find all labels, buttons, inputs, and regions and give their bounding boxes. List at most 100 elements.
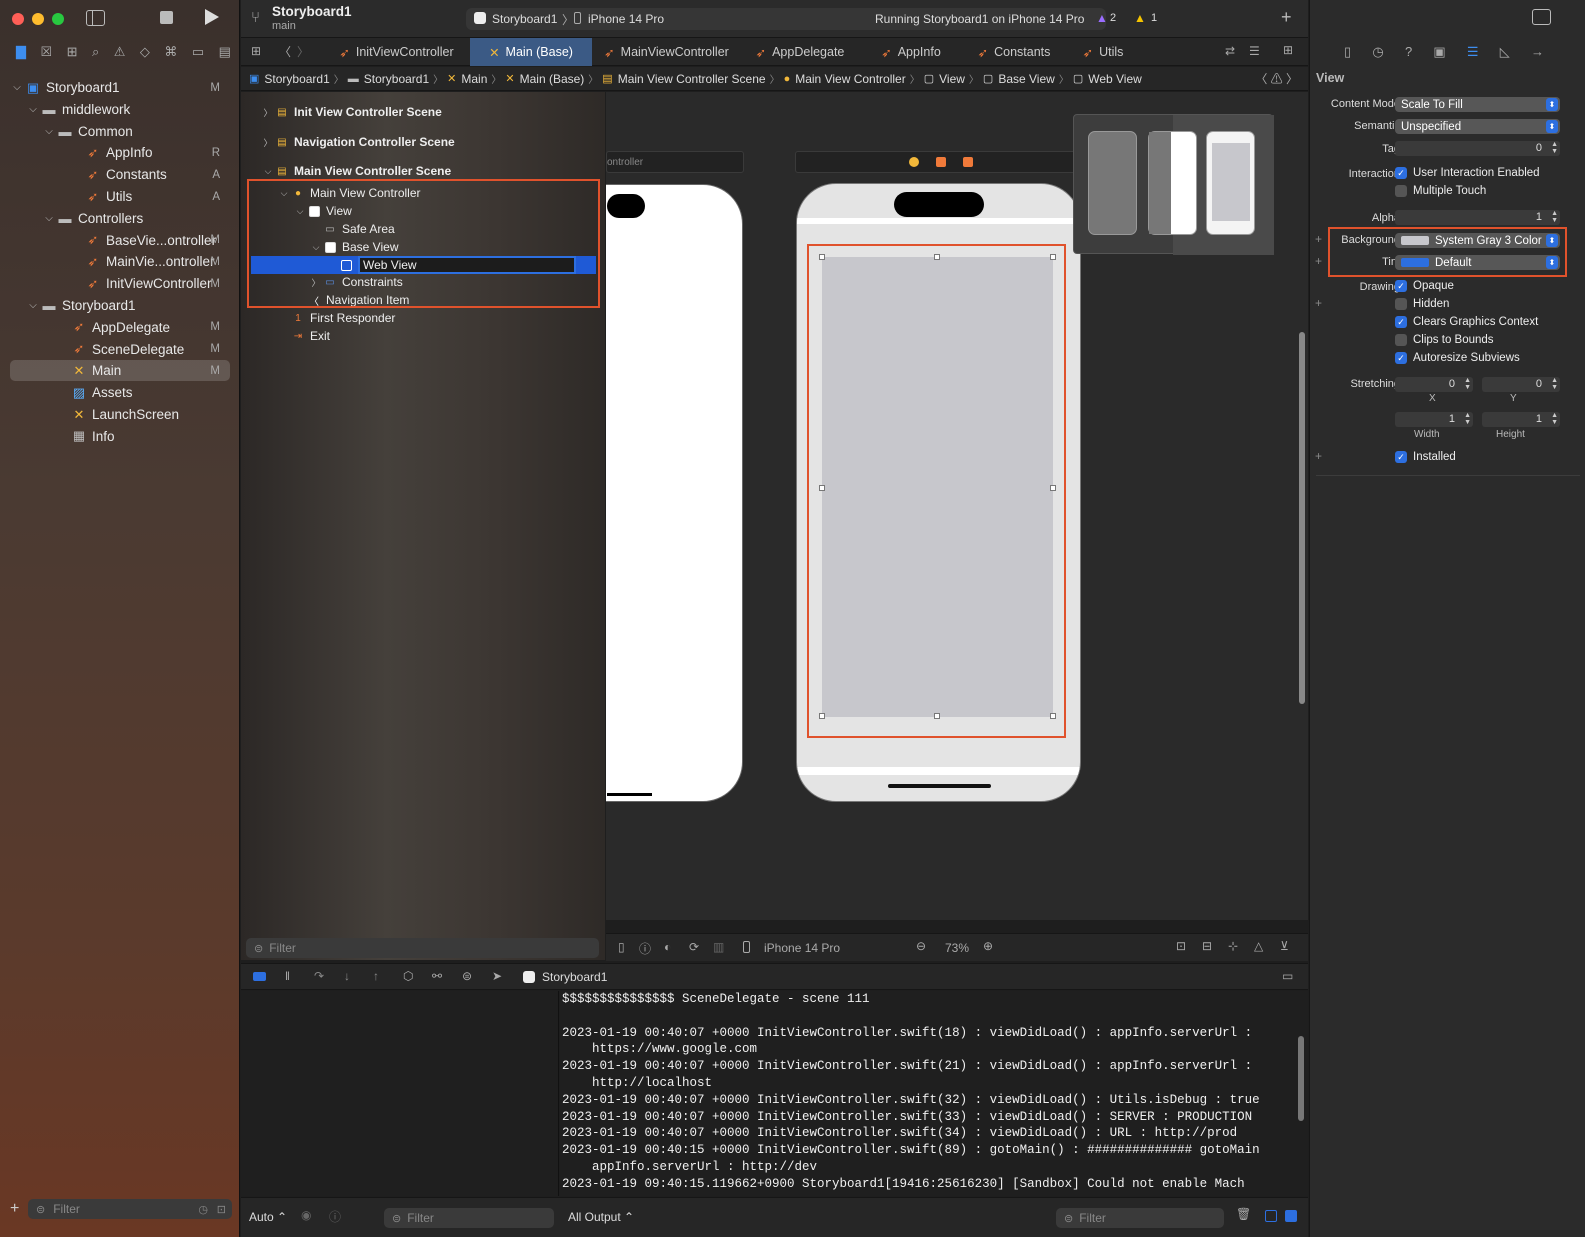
resolve-icon[interactable]: △ [1254, 939, 1263, 953]
output-popup[interactable]: All Output ⌃ [568, 1210, 634, 1224]
size-icon[interactable]: ◺ [1500, 44, 1510, 60]
split-icon[interactable]: ▥ [713, 940, 724, 954]
navigator-item-common[interactable]: ⌵ ▬ Common [10, 121, 230, 142]
pin-icon[interactable]: ⊹ [1228, 939, 1238, 953]
stretch-height-field[interactable]: 1 ▲ ▼ [1482, 412, 1560, 427]
navigator-item-storyboard1[interactable]: ⌵ ▬ Storyboard1 [10, 295, 230, 316]
scheme-selector[interactable]: Storyboard1 [492, 12, 557, 26]
console-output[interactable]: $$$$$$$$$$$$$$$ SceneDelegate - scene 11… [560, 991, 1295, 1196]
view-controller-icon[interactable] [909, 157, 919, 167]
breakpoint-icon[interactable]: ▭ [192, 44, 204, 62]
library-add-icon[interactable]: + [1281, 7, 1292, 28]
navigator-item-middlework[interactable]: ⌵ ▬ middlework [10, 99, 230, 120]
navigator-item-main[interactable]: ✕ Main M [10, 360, 230, 382]
vertical-scrollbar[interactable] [1299, 332, 1305, 704]
autoresize-checkbox[interactable]: ✓ Autoresize Subviews [1395, 352, 1520, 364]
minimize-window-button[interactable] [32, 13, 44, 25]
tab-mainviewcontroller[interactable]: ➶ MainViewController [594, 38, 739, 66]
toggle-debug-icon[interactable] [253, 972, 266, 981]
tab-appinfo[interactable]: ➶ AppInfo [861, 38, 961, 66]
view-hierarchy-icon[interactable]: ⬡ [403, 969, 413, 983]
disclosure-chevron-icon[interactable]: ⌵ [26, 300, 40, 311]
step-out-icon[interactable]: ↑ [373, 969, 379, 983]
disclosure-chevron-icon[interactable]: ⌵ [42, 213, 56, 224]
identity-icon[interactable]: ▣ [1433, 44, 1445, 60]
outline-item-exit[interactable]: ⇥ Exit [251, 327, 330, 345]
build-warning-icon[interactable]: ▲ [1134, 11, 1146, 25]
scm-filter-icon[interactable]: ⊡ [217, 1203, 226, 1216]
navigator-item-appdelegate[interactable]: ➶ AppDelegate M [10, 317, 230, 338]
add-variation-icon[interactable]: + [1315, 449, 1322, 463]
add-editor-icon[interactable]: ⊞ [1283, 43, 1293, 57]
environment-icon[interactable]: ⊜ [462, 969, 472, 983]
navigator-item-storyboard1[interactable]: ⌵ ▣ Storyboard1 M [10, 77, 230, 98]
process-selector[interactable]: Storyboard1 [542, 970, 607, 984]
destination-selector[interactable]: iPhone 14 Pro [588, 12, 664, 26]
stepper-icon[interactable]: ▲ ▼ [1551, 210, 1558, 224]
exit-icon[interactable] [963, 157, 973, 167]
console-filter[interactable]: ⊜ Filter [1056, 1208, 1224, 1228]
stepper-icon[interactable]: ▲ ▼ [1551, 141, 1558, 155]
help-icon[interactable]: ? [1405, 44, 1412, 60]
navigator-item-controllers[interactable]: ⌵ ▬ Controllers [10, 208, 230, 229]
left-scene-title-bar[interactable]: ontroller [606, 151, 744, 173]
info-icon[interactable]: ⓘ [329, 1208, 341, 1225]
update-frames-icon[interactable]: ⊡ [1176, 939, 1186, 953]
add-icon[interactable]: + [10, 1200, 19, 1218]
content-mode-popup[interactable]: Scale To Fill ⬍ [1395, 97, 1560, 112]
outline-item-navigation-controller-scene[interactable]: 〉 ▤ Navigation Controller Scene [251, 133, 454, 151]
appearance-icon[interactable]: ◐ [664, 940, 671, 954]
breadcrumb-item[interactable]: ▢ Base View [983, 72, 1055, 86]
breadcrumb-item[interactable]: ✕ Main (Base) [505, 72, 584, 86]
disclosure-chevron-icon[interactable]: ⌵ [261, 166, 275, 177]
outline-item-init-view-controller-scene[interactable]: 〉 ▤ Init View Controller Scene [251, 103, 441, 121]
editor-options-icon[interactable]: ☰ [1249, 44, 1260, 58]
tab-main-base-[interactable]: ✕ Main (Base) [470, 38, 592, 66]
eye-icon[interactable]: ◉ [301, 1208, 311, 1222]
navigator-item-appinfo[interactable]: ➶ AppInfo R [10, 142, 230, 163]
breadcrumb-item[interactable]: ▤ Main View Controller Scene [602, 72, 765, 86]
step-into-icon[interactable]: ↓ [344, 969, 350, 983]
disclosure-chevron-icon[interactable]: 〉 [261, 106, 275, 119]
breadcrumb-item[interactable]: ▢ View [924, 72, 965, 86]
multiple-touch-checkbox[interactable]: Multiple Touch [1395, 185, 1486, 197]
device-selector[interactable]: iPhone 14 Pro [764, 941, 840, 955]
tab-constants[interactable]: ➶ Constants [963, 38, 1065, 66]
navigator-item-mainvie-ontroller[interactable]: ➶ MainVie...ontroller M [10, 251, 230, 272]
web-view[interactable] [822, 257, 1053, 717]
outline-filter[interactable]: ⊜ Filter [246, 938, 599, 958]
run-icon[interactable] [205, 9, 219, 25]
minimap[interactable] [1073, 114, 1274, 255]
zoom-in-icon[interactable]: ⊕ [983, 939, 993, 953]
variables-scope-popup[interactable]: Auto ⌃ [249, 1210, 287, 1224]
back-icon[interactable]: 〈 [279, 43, 291, 60]
add-variation-icon[interactable]: + [1315, 232, 1322, 246]
outline-item-first-responder[interactable]: 1 First Responder [251, 309, 395, 327]
stepper-icon[interactable]: ▲ ▼ [1551, 377, 1558, 391]
issue-navigation-icon[interactable]: 〈 ⚠ 〉 [1255, 70, 1308, 87]
folder-icon[interactable]: ▇ [16, 44, 26, 62]
source-control-icon[interactable]: ☒ [40, 44, 52, 62]
tab-utils[interactable]: ➶ Utils [1067, 38, 1139, 66]
add-variation-icon[interactable]: + [1315, 254, 1322, 268]
console-scrollbar[interactable] [1298, 1036, 1304, 1121]
background-color-popup[interactable]: System Gray 3 Color ⬍ [1395, 233, 1560, 248]
navigator-filter[interactable]: ⊜ Filter ◷ ⊡ [28, 1199, 232, 1219]
navigator-item-scenedelegate[interactable]: ➶ SceneDelegate M [10, 339, 230, 360]
opaque-checkbox[interactable]: ✓ Opaque [1395, 280, 1454, 292]
stepper-icon[interactable]: ▲ ▼ [1464, 377, 1471, 391]
trash-icon[interactable]: 🗑 [1236, 1207, 1251, 1221]
clips-bounds-checkbox[interactable]: Clips to Bounds [1395, 334, 1494, 346]
navigator-item-utils[interactable]: ➶ Utils A [10, 186, 230, 207]
navigator-item-info[interactable]: ▦ Info [10, 426, 230, 447]
show-console-icon[interactable] [1285, 1210, 1297, 1222]
clock-icon[interactable]: ◷ [198, 1203, 208, 1216]
breadcrumb-item[interactable]: ▣ Storyboard1 [249, 72, 330, 86]
breadcrumb-item[interactable]: ● Main View Controller [784, 72, 906, 86]
attributes-icon[interactable]: ☰ [1467, 44, 1479, 60]
location-icon[interactable]: ➤ [492, 969, 502, 983]
hide-console-icon[interactable]: ▭ [1282, 969, 1293, 983]
stepper-icon[interactable]: ▲ ▼ [1464, 412, 1471, 426]
navigator-item-basevie-ontroller[interactable]: ➶ BaseVie...ontroller M [10, 230, 230, 251]
connections-icon[interactable]: → [1531, 44, 1544, 60]
